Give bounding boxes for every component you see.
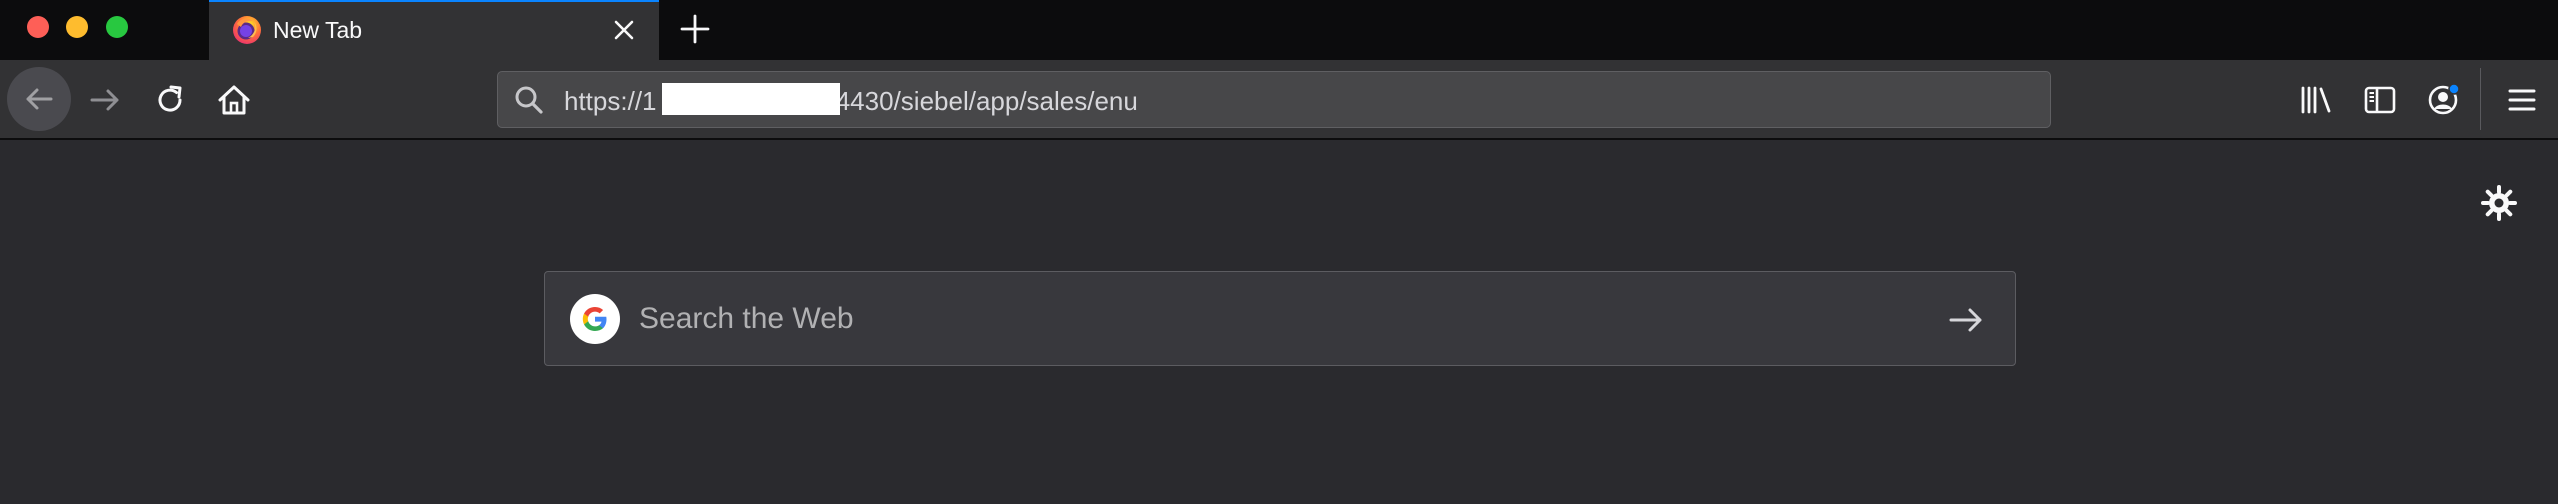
sidebar-icon[interactable] [2362,82,2398,118]
forward-button[interactable] [88,82,124,118]
google-icon [570,294,620,344]
tab-new-tab[interactable]: New Tab [209,0,659,60]
home-button[interactable] [216,82,252,118]
arrow-right-icon[interactable] [1947,301,1985,339]
reload-button[interactable] [152,82,188,118]
url-text: https://1 :4430/siebel/app/sales/enu [564,86,1138,117]
tab-title: New Tab [273,17,363,43]
back-button[interactable] [7,67,71,131]
arrow-left-icon [26,88,53,110]
window-close-button[interactable] [27,16,49,38]
firefox-icon [233,16,261,44]
close-icon[interactable] [610,16,638,44]
browser-window: New Tab https://1:4430/siebel/app/sales… [0,0,2558,504]
window-minimize-button[interactable] [66,16,88,38]
navigation-toolbar: https://1 :4430/siebel/app/sales/enu [0,60,2558,140]
url-bar[interactable]: https://1 :4430/siebel/app/sales/enu [497,71,2051,128]
account-icon[interactable] [2426,82,2462,118]
gear-icon[interactable] [2480,184,2518,222]
tab-strip: New Tab [0,0,2558,60]
url-prefix: https://1 [564,86,657,116]
web-search-box[interactable] [544,271,2016,366]
newtab-page [0,140,2558,504]
search-icon [515,86,543,114]
library-icon[interactable] [2298,82,2334,118]
plus-icon[interactable] [678,12,712,46]
window-zoom-button[interactable] [106,16,128,38]
url-redaction [662,83,840,115]
web-search-input[interactable] [639,272,1889,365]
url-suffix: :4430/siebel/app/sales/enu [828,86,1138,116]
menu-icon[interactable] [2504,82,2540,118]
toolbar-separator [2480,68,2481,130]
